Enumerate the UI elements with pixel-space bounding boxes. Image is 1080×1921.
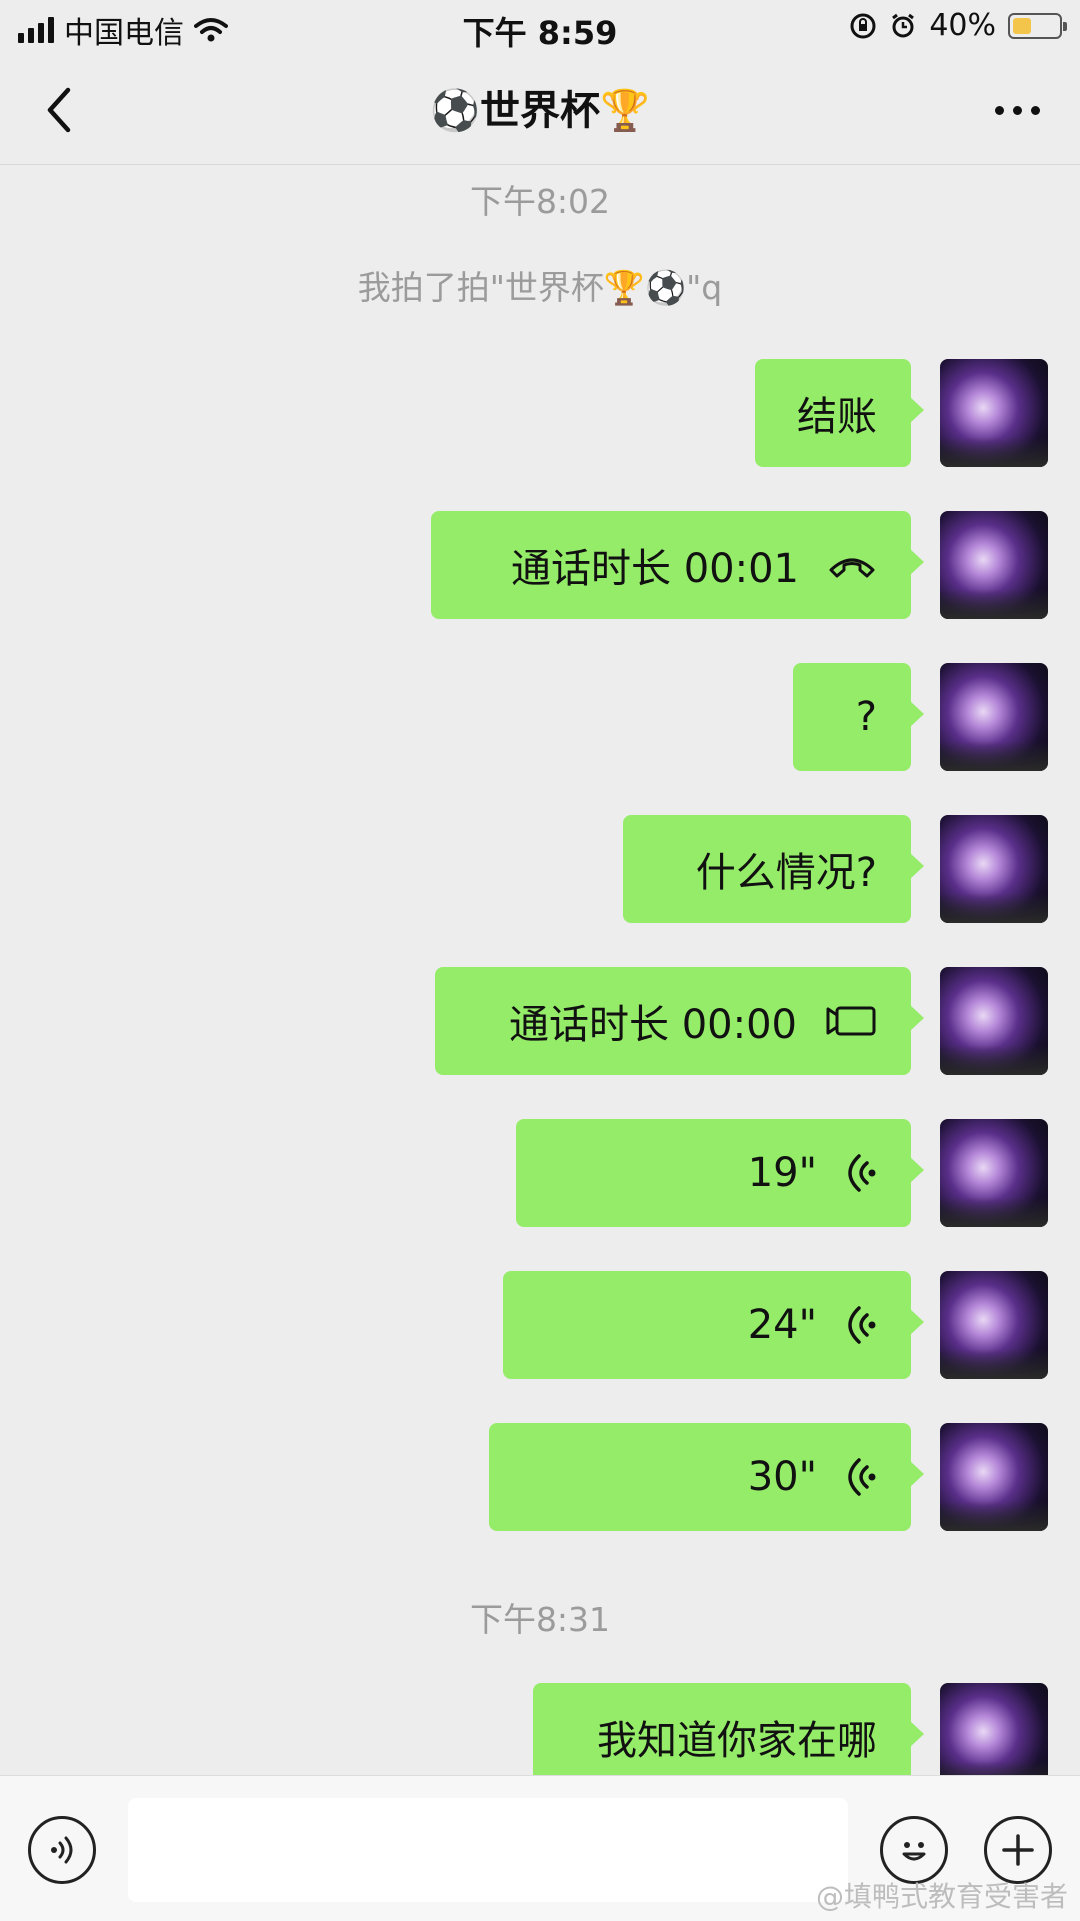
message-bubble[interactable]: 什么情况? — [623, 815, 924, 923]
voice-input-button[interactable] — [28, 1816, 96, 1884]
message-row: 结账 — [0, 359, 1080, 467]
voice-duration: 24" — [747, 1302, 817, 1348]
avatar[interactable] — [940, 1271, 1048, 1379]
phone-icon — [827, 550, 877, 580]
message-text: 我知道你家在哪 — [597, 1718, 877, 1764]
watermark: @填鸭式教育受害者 — [815, 1880, 1068, 1913]
emoji-icon — [902, 1842, 926, 1861]
avatar[interactable] — [940, 1119, 1048, 1227]
alarm-icon — [892, 13, 915, 37]
message-row: 30" — [0, 1423, 1080, 1531]
message-text: ? — [855, 694, 877, 740]
call-record-bubble[interactable]: 通话时长 00:01 — [431, 511, 924, 619]
message-row: 我知道你家在哪 — [0, 1683, 1080, 1775]
message-text: 通话时长 00:01 — [511, 546, 799, 592]
voice-mode-icon — [51, 1836, 73, 1864]
voice-icon — [845, 1455, 877, 1499]
emoji-button[interactable] — [880, 1816, 948, 1884]
more-functions-button[interactable] — [984, 1816, 1052, 1884]
message-input[interactable] — [128, 1798, 848, 1902]
message-row: 通话时长 00:01 — [0, 511, 1080, 619]
message-bubble[interactable]: 结账 — [755, 359, 924, 467]
input-bar: @填鸭式教育受害者 — [0, 1775, 1080, 1921]
message-row: 19" — [0, 1119, 1080, 1227]
avatar[interactable] — [940, 815, 1048, 923]
message-row: ? — [0, 663, 1080, 771]
avatar[interactable] — [940, 663, 1048, 771]
message-row: 什么情况? — [0, 815, 1080, 923]
avatar[interactable] — [940, 511, 1048, 619]
plus-icon — [1002, 1834, 1034, 1866]
message-row: 通话时长 00:00 — [0, 967, 1080, 1075]
voice-icon — [845, 1151, 877, 1195]
message-text: 什么情况? — [695, 850, 877, 896]
voice-message-bubble[interactable]: 19" — [516, 1119, 924, 1227]
timestamp: 下午8:02 — [469, 182, 611, 221]
chat-title: ⚽世界杯🏆 — [430, 88, 650, 134]
voice-message-bubble[interactable]: 30" — [489, 1423, 924, 1531]
nav-bar: ⚽世界杯🏆 — [0, 56, 1080, 165]
timestamp: 下午8:31 — [469, 1600, 611, 1639]
battery-level — [1013, 17, 1031, 34]
voice-message-bubble[interactable]: 24" — [503, 1271, 924, 1379]
system-message: 我拍了拍"世界杯🏆⚽"q — [357, 268, 723, 307]
rotation-lock-icon — [850, 13, 876, 38]
message-bubble[interactable]: ? — [793, 663, 924, 771]
status-bar: 中国电信 下午 8:59 40% — [0, 0, 1080, 56]
call-record-bubble[interactable]: 通话时长 00:00 — [435, 967, 924, 1075]
message-text: 结账 — [797, 394, 877, 440]
voice-icon — [845, 1303, 877, 1347]
video-icon — [825, 1005, 877, 1037]
avatar[interactable] — [940, 359, 1048, 467]
battery-icon — [1008, 12, 1067, 39]
message-text: 通话时长 00:00 — [509, 1002, 797, 1048]
more-icon[interactable] — [995, 106, 1040, 115]
battery-percent: 40% — [929, 8, 996, 43]
message-row: 24" — [0, 1271, 1080, 1379]
avatar[interactable] — [940, 1683, 1048, 1775]
avatar[interactable] — [940, 1423, 1048, 1531]
avatar[interactable] — [940, 967, 1048, 1075]
message-bubble[interactable]: 我知道你家在哪 — [533, 1683, 924, 1775]
chat-area[interactable]: 下午8:02 我拍了拍"世界杯🏆⚽"q 结账 通话时长 00:01 ? 什么情况… — [0, 165, 1080, 1775]
voice-duration: 19" — [747, 1150, 817, 1196]
voice-duration: 30" — [747, 1454, 817, 1500]
